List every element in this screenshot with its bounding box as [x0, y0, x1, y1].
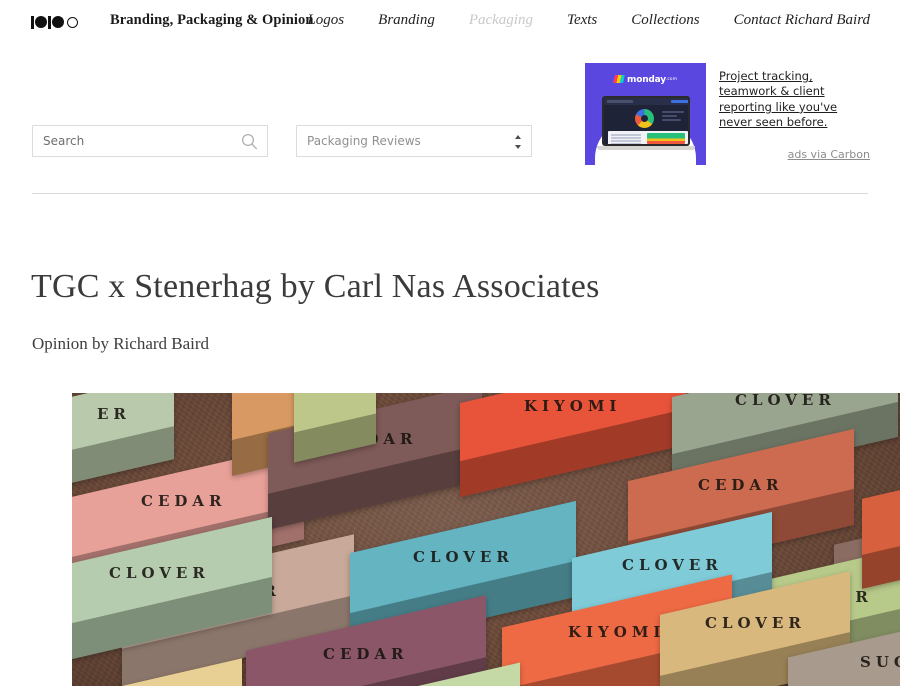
packaging-box-word: SUGAR [860, 653, 900, 672]
ad-brand-name: monday [627, 75, 666, 85]
nav-item-branding[interactable]: Branding [378, 12, 435, 29]
hero-image-canvas: ER CEDAR CEDAR SUGAR KIYOMI CLOVER CLOVER CEDAR… [72, 393, 900, 686]
article-byline: Opinion by Richard Baird [32, 334, 210, 353]
ad-screen-text-lines [662, 111, 684, 123]
logo-bar-icon [31, 15, 34, 29]
nav-item-contact[interactable]: Contact Richard Baird [734, 12, 870, 29]
site-title: Branding, Packaging & Opinion [110, 12, 314, 28]
ad-copy-text[interactable]: Project tracking, teamwork & client repo… [719, 69, 870, 131]
chevron-updown-icon[interactable] [514, 135, 521, 149]
logo-hollow-dot-icon [67, 16, 78, 28]
packaging-box-face [862, 471, 900, 555]
nav-item-texts[interactable]: Texts [567, 12, 597, 29]
search-input[interactable] [33, 126, 237, 156]
packaging-box-word: KIYOMI [568, 623, 666, 642]
header-divider [32, 193, 868, 194]
search-icon[interactable] [241, 133, 258, 150]
packaging-box-word: CEDAR [698, 475, 784, 494]
packaging-box-word: ER [97, 404, 131, 423]
search-filter-row: Packaging Reviews [0, 125, 900, 159]
logo-bar-icon [48, 15, 51, 29]
nav-item-collections[interactable]: Collections [631, 12, 699, 29]
site-logo[interactable] [31, 13, 78, 31]
packaging-box-word: KIYOMI [524, 397, 622, 416]
packaging-box: ER [72, 393, 174, 487]
packaging-box-word: CEDAR [141, 491, 227, 510]
packaging-box [862, 471, 900, 589]
category-select-value: Packaging Reviews [307, 134, 421, 148]
packaging-box-word: CLOVER [108, 563, 210, 582]
packaging-box-word: CLOVER [734, 393, 836, 409]
article-title: TGC x Stenerhag by Carl Nas Associates [31, 267, 600, 305]
category-select[interactable]: Packaging Reviews [296, 125, 532, 157]
packaging-box-word: CLOVER [621, 555, 723, 574]
main-navigation: Logos Branding Packaging Texts Collectio… [307, 12, 870, 29]
ad-brand-logo: monday.com [585, 75, 706, 85]
ad-screen-toolbar [604, 98, 688, 105]
logo-filled-dot-icon [52, 16, 64, 28]
packaging-box-word: CLOVER [704, 614, 806, 633]
nav-item-packaging[interactable]: Packaging [469, 12, 533, 29]
ad-brand-tld: .com [665, 77, 677, 82]
nav-item-logos[interactable]: Logos [307, 12, 344, 29]
article-hero-image[interactable]: ER CEDAR CEDAR SUGAR KIYOMI CLOVER CLOVER CEDAR… [72, 393, 900, 686]
logo-filled-dot-icon [35, 16, 47, 28]
packaging-box-word: CLOVER [412, 547, 514, 566]
search-form [32, 125, 268, 157]
monday-logo-icon [613, 75, 625, 83]
site-header: Branding, Packaging & Opinion Logos Bran… [0, 0, 900, 46]
page-root: Branding, Packaging & Opinion Logos Bran… [0, 0, 900, 686]
packaging-box-word: CEDAR [323, 645, 409, 664]
